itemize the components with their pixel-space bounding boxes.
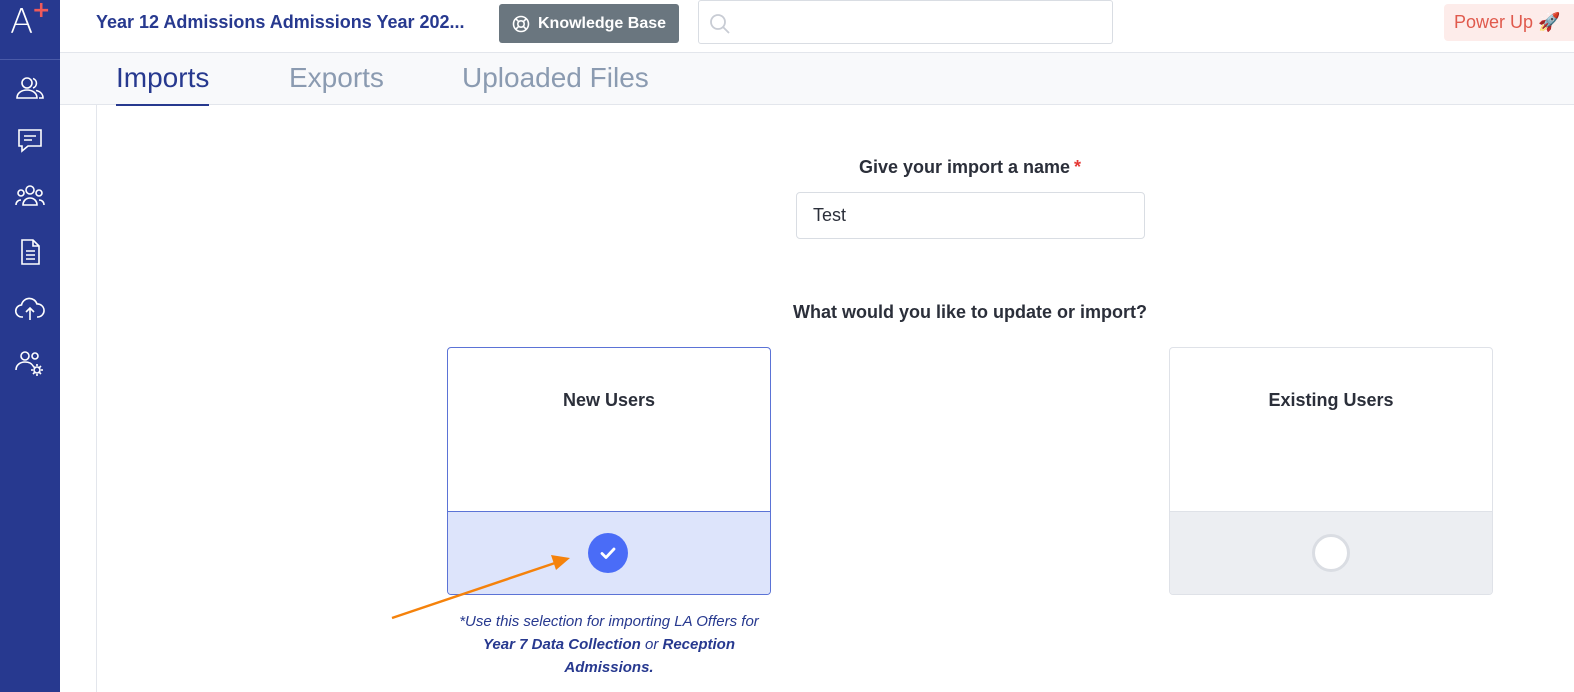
- search-icon: [709, 13, 731, 40]
- selection-note: *Use this selection for importing LA Off…: [448, 610, 770, 679]
- users-icon[interactable]: [10, 68, 50, 108]
- power-up-button[interactable]: Power Up 🚀: [1444, 4, 1574, 41]
- search-box[interactable]: [698, 0, 1113, 44]
- radio-icon[interactable]: [1312, 534, 1350, 572]
- import-name-label-text: Give your import a name: [858, 157, 1071, 177]
- note-prefix: *Use this selection for importing LA Off…: [459, 613, 759, 630]
- logo-letter: A: [10, 2, 34, 42]
- required-marker: *: [1074, 157, 1082, 177]
- knowledge-base-button[interactable]: Knowledge Base: [499, 4, 679, 43]
- existing-users-select-area[interactable]: [1170, 511, 1492, 594]
- lifebuoy-icon: [512, 15, 530, 33]
- existing-users-option[interactable]: Existing Users: [1169, 347, 1493, 595]
- top-bar: Year 12 Admissions Admissions Year 202..…: [60, 0, 1574, 53]
- logo-plus: +: [32, 0, 51, 23]
- cloud-upload-icon[interactable]: [10, 289, 50, 329]
- tab-uploaded-files[interactable]: Uploaded Files: [462, 62, 649, 94]
- sidebar: A +: [0, 0, 60, 692]
- content-divider: [96, 105, 97, 692]
- existing-users-title: Existing Users: [1268, 390, 1394, 410]
- note-bold-1: Year 7 Data Collection: [482, 636, 641, 653]
- app-logo[interactable]: A +: [0, 0, 60, 60]
- message-icon[interactable]: [10, 121, 50, 161]
- knowledge-base-label: Knowledge Base: [537, 14, 667, 32]
- import-name-field[interactable]: [796, 192, 1145, 239]
- user-settings-icon[interactable]: [10, 343, 50, 383]
- document-icon[interactable]: [10, 232, 50, 272]
- site-title[interactable]: Year 12 Admissions Admissions Year 202..…: [96, 12, 465, 33]
- note-middle: or: [640, 636, 663, 653]
- import-name-label: Give your import a name *: [796, 157, 1144, 178]
- tab-exports[interactable]: Exports: [289, 62, 384, 94]
- checkmark-icon[interactable]: [588, 533, 628, 573]
- search-input[interactable]: [739, 9, 1099, 35]
- import-type-question: What would you like to update or import?: [793, 302, 1147, 322]
- new-users-title: New Users: [562, 390, 656, 410]
- tab-bar: Imports Exports Uploaded Files: [60, 53, 1574, 106]
- tab-imports[interactable]: Imports: [116, 62, 210, 106]
- group-icon[interactable]: [10, 176, 50, 216]
